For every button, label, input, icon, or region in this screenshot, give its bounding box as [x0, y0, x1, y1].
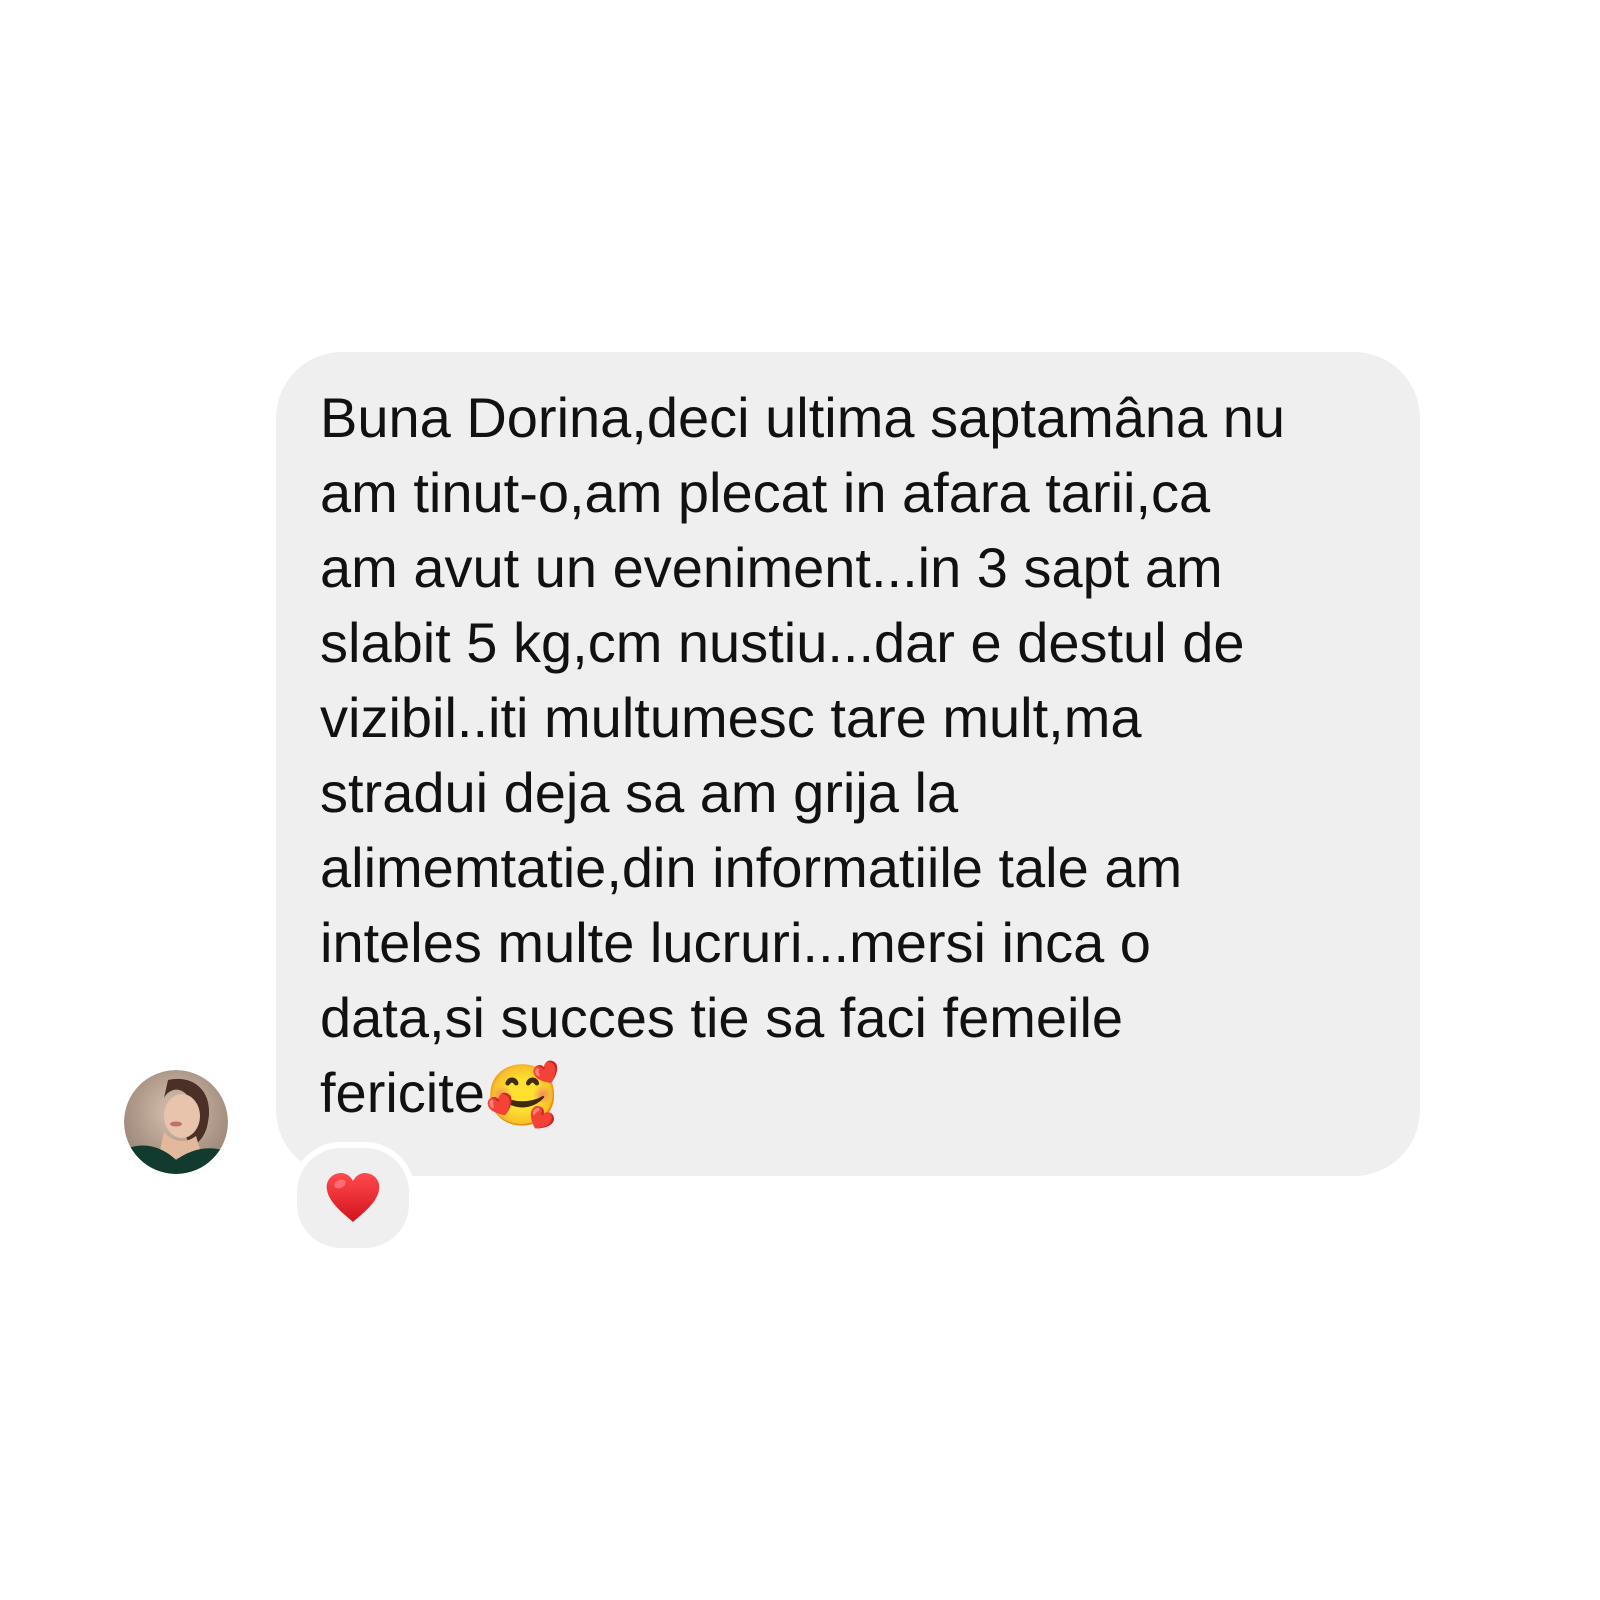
message-line-8: inteles multe lucruri...mersi inca o: [320, 911, 1151, 974]
message-line-1: Buna Dorina,deci ultima saptamâna nu: [320, 386, 1286, 449]
avatar-photo: [124, 1070, 228, 1174]
message-line-4: slabit 5 kg,cm nustiu...dar e destul de: [320, 611, 1245, 674]
message-line-6: stradui deja sa am grija la: [320, 761, 959, 824]
sender-avatar[interactable]: [124, 1070, 228, 1174]
message-line-9: data,si succes tie sa faci femeile: [320, 986, 1124, 1049]
chat-view: Buna Dorina,deci ultima saptamâna nu am …: [0, 0, 1600, 1600]
message-line-10: fericite🥰: [320, 1055, 1380, 1130]
heart-reaction[interactable]: [291, 1142, 415, 1254]
message-line-3: am avut un eveniment...in 3 sapt am: [320, 536, 1223, 599]
red-heart-icon: [326, 1173, 380, 1222]
message-line-5: vizibil..iti multumesc tare mult,ma: [320, 686, 1142, 749]
message-line-7: alimemtatie,din informatiile tale am: [320, 836, 1183, 899]
message-last-word: fericite: [320, 1061, 485, 1124]
message-line-2: am tinut-o,am plecat in afara tarii,ca: [320, 461, 1211, 524]
smiling-face-with-hearts-icon: 🥰: [484, 1062, 560, 1129]
message-bubble[interactable]: Buna Dorina,deci ultima saptamâna nu am …: [276, 352, 1420, 1176]
